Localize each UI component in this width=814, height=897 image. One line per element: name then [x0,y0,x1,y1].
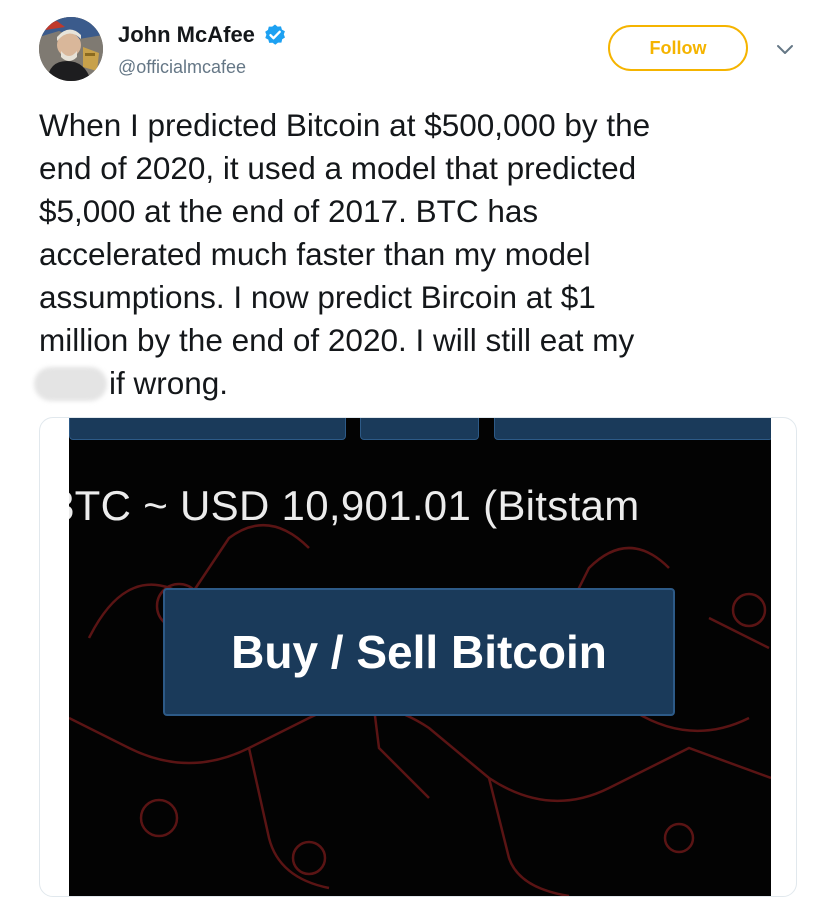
media-image[interactable]: 3TC ~ USD 10,901.01 (Bitstam Buy / Sell … [69,418,771,896]
ui-strip-middle [360,418,479,440]
tweet-media-card[interactable]: 3TC ~ USD 10,901.01 (Bitstam Buy / Sell … [39,417,797,897]
more-options-button[interactable] [773,40,797,60]
avatar-image [39,17,103,81]
avatar[interactable] [39,17,103,81]
author-name-row[interactable]: John McAfee [118,22,287,48]
chevron-down-icon [777,45,793,54]
author-handle[interactable]: @officialmcafee [118,57,246,78]
ui-strip-right [494,418,771,440]
btc-price-ticker: 3TC ~ USD 10,901.01 (Bitstam [69,482,640,529]
buy-sell-bitcoin-button: Buy / Sell Bitcoin [163,588,675,716]
ui-strip-left [69,418,346,440]
verified-badge-icon [265,24,285,45]
author-display-name[interactable]: John McAfee [118,22,255,48]
censored-word-blur [34,367,107,401]
follow-button[interactable]: Follow [608,25,748,71]
tweet-text: When I predicted Bitcoin at $500,000 by … [39,107,651,401]
